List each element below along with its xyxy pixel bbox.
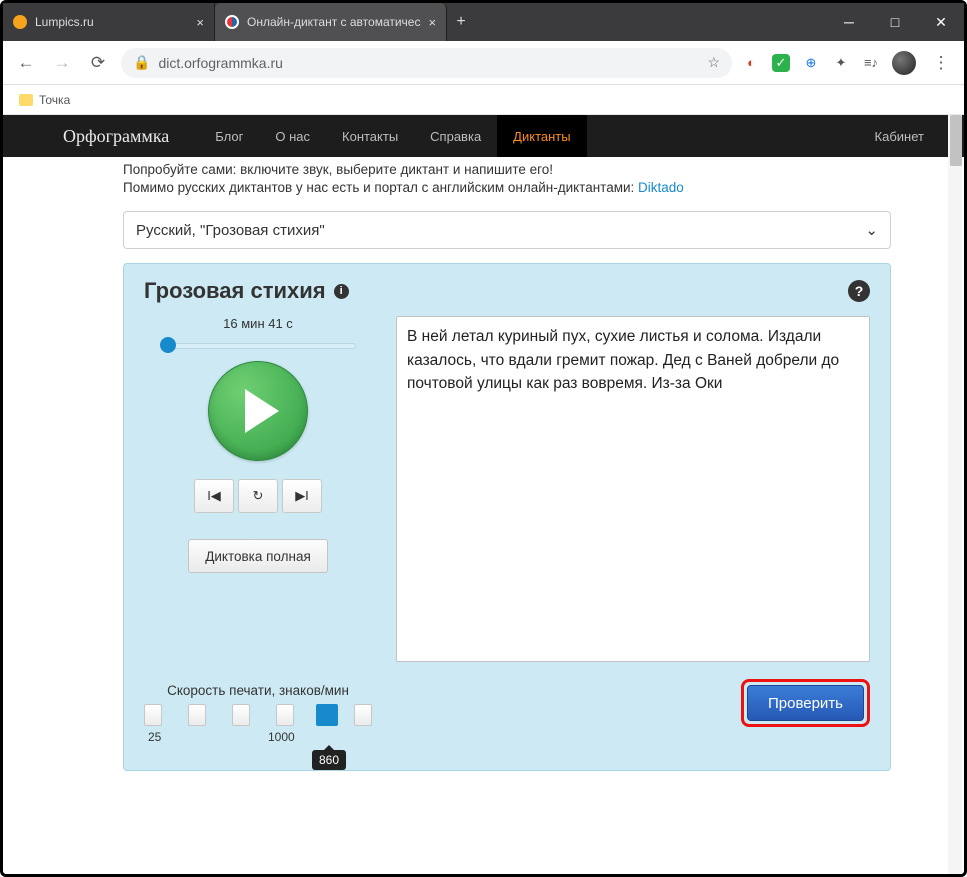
speed-tooltip: 860 bbox=[312, 750, 346, 770]
intro-line: Попробуйте сами: включите звук, выберите… bbox=[123, 161, 891, 179]
extension-icon[interactable]: ✓ bbox=[772, 54, 790, 72]
speed-tick[interactable] bbox=[188, 704, 206, 726]
speed-max: 1000 bbox=[268, 730, 295, 744]
speed-slider[interactable]: 25 1000 860 bbox=[144, 704, 372, 740]
browser-toolbar: ← → ⟳ 🔒 dict.orfogrammka.ru ☆ ◐ ✓ ⊕ ✦ ≡♪… bbox=[3, 41, 964, 85]
extension-icon[interactable]: ⊕ bbox=[802, 54, 820, 72]
speed-knob[interactable] bbox=[316, 704, 338, 726]
progress-knob[interactable] bbox=[160, 337, 176, 353]
speed-tick[interactable] bbox=[232, 704, 250, 726]
nav-cabinet[interactable]: Кабинет bbox=[875, 129, 924, 144]
window-close-button[interactable]: ✕ bbox=[918, 3, 964, 41]
help-icon[interactable]: ? bbox=[848, 280, 870, 302]
check-highlight: Проверить bbox=[741, 679, 870, 727]
diktado-link[interactable]: Diktado bbox=[638, 180, 684, 195]
extension-icon[interactable]: ◐ bbox=[742, 54, 760, 72]
extension-icon[interactable]: ≡♪ bbox=[862, 54, 880, 72]
new-tab-button[interactable]: + bbox=[447, 3, 475, 41]
speed-label: Скорость печати, знаков/мин bbox=[167, 683, 349, 698]
close-icon[interactable]: × bbox=[196, 15, 204, 30]
speed-tick[interactable] bbox=[276, 704, 294, 726]
window-titlebar: Lumpics.ru × Онлайн-диктант с автоматиче… bbox=[3, 3, 964, 41]
intro-text: Попробуйте сами: включите звук, выберите… bbox=[123, 161, 891, 197]
chrome-menu-button[interactable]: ⋮ bbox=[928, 50, 954, 76]
lock-icon: 🔒 bbox=[133, 54, 150, 71]
info-icon[interactable]: i bbox=[334, 284, 349, 299]
nav-dictations[interactable]: Диктанты bbox=[497, 115, 586, 157]
url-text: dict.orfogrammka.ru bbox=[158, 55, 282, 71]
close-icon[interactable]: × bbox=[428, 15, 436, 30]
nav-help[interactable]: Справка bbox=[414, 115, 497, 157]
window-minimize-button[interactable]: ─ bbox=[826, 3, 872, 41]
intro-line: Помимо русских диктантов у нас есть и по… bbox=[123, 180, 638, 195]
play-button[interactable] bbox=[208, 361, 308, 461]
speed-tick[interactable] bbox=[144, 704, 162, 726]
browser-tab-orfogrammka[interactable]: Онлайн-диктант с автоматичес × bbox=[215, 3, 447, 41]
next-sentence-button[interactable]: ▶I bbox=[282, 479, 322, 513]
reload-button[interactable]: ⟳ bbox=[85, 50, 111, 76]
extensions-menu-icon[interactable]: ✦ bbox=[832, 54, 850, 72]
profile-avatar[interactable] bbox=[892, 51, 916, 75]
browser-tab-lumpics[interactable]: Lumpics.ru × bbox=[3, 3, 215, 41]
dictation-select[interactable]: Русский, "Грозовая стихия" ⌄ bbox=[123, 211, 891, 249]
extensions-area: ◐ ✓ ⊕ ✦ ≡♪ ⋮ bbox=[742, 50, 954, 76]
site-brand[interactable]: Орфограммка bbox=[63, 126, 199, 147]
favicon-icon bbox=[13, 15, 27, 29]
tab-title: Lumpics.ru bbox=[35, 15, 94, 29]
star-icon[interactable]: ☆ bbox=[707, 54, 720, 71]
check-button[interactable]: Проверить bbox=[747, 685, 864, 721]
speed-min: 25 bbox=[148, 730, 161, 744]
nav-contacts[interactable]: Контакты bbox=[326, 115, 414, 157]
bookmarks-bar: Точка bbox=[3, 85, 964, 115]
site-nav: Орфограммка Блог О нас Контакты Справка … bbox=[3, 115, 964, 157]
bookmark-link[interactable]: Точка bbox=[39, 93, 70, 107]
folder-icon bbox=[19, 94, 33, 106]
select-value: Русский, "Грозовая стихия" bbox=[136, 222, 325, 239]
back-button[interactable]: ← bbox=[13, 50, 39, 76]
prev-sentence-button[interactable]: I◀ bbox=[194, 479, 234, 513]
window-maximize-button[interactable]: □ bbox=[872, 3, 918, 41]
dictation-textarea[interactable] bbox=[396, 316, 870, 662]
page-viewport: Орфограммка Блог О нас Контакты Справка … bbox=[3, 115, 964, 874]
scrollbar-thumb[interactable] bbox=[950, 115, 962, 166]
tab-title: Онлайн-диктант с автоматичес bbox=[247, 15, 420, 29]
speed-tick[interactable] bbox=[354, 704, 372, 726]
progress-track bbox=[168, 343, 356, 349]
nav-blog[interactable]: Блог bbox=[199, 115, 259, 157]
address-bar[interactable]: 🔒 dict.orfogrammka.ru ☆ bbox=[121, 48, 732, 78]
scrollbar-track[interactable] bbox=[948, 115, 962, 874]
mode-button[interactable]: Диктовка полная bbox=[188, 539, 328, 573]
forward-button[interactable]: → bbox=[49, 50, 75, 76]
favicon-icon bbox=[225, 15, 239, 29]
repeat-button[interactable]: ↻ bbox=[238, 479, 278, 513]
dictation-card: Грозовая стихия i ? 16 мин 41 с I◀ bbox=[123, 263, 891, 771]
duration-label: 16 мин 41 с bbox=[223, 316, 293, 331]
chevron-down-icon: ⌄ bbox=[865, 221, 878, 239]
play-icon bbox=[245, 389, 279, 433]
card-title: Грозовая стихия bbox=[144, 278, 326, 304]
nav-about[interactable]: О нас bbox=[259, 115, 326, 157]
audio-progress[interactable] bbox=[160, 337, 356, 353]
